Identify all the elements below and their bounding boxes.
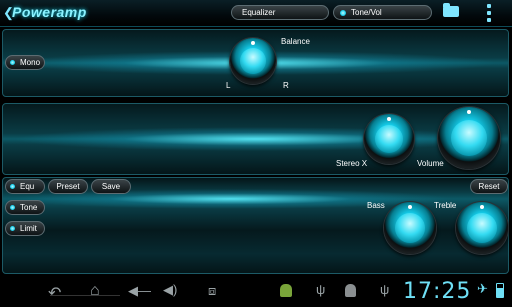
equ-indicator-icon (10, 184, 15, 189)
volume-label: Volume (417, 159, 444, 168)
preset-label: Preset (56, 182, 80, 191)
app-title: Poweramp (12, 4, 87, 20)
tone-label: Tone (20, 203, 38, 212)
equ-toggle[interactable]: Equ (5, 179, 45, 194)
folder-icon[interactable] (443, 3, 459, 17)
bass-label: Bass (367, 201, 385, 210)
equ-label: Equ (20, 182, 35, 191)
battery-icon (496, 283, 504, 298)
tab-equalizer-label: Equalizer (242, 8, 276, 17)
balance-right-label: R (283, 81, 289, 90)
preset-button[interactable]: Preset (48, 179, 88, 194)
limit-indicator-icon (10, 226, 15, 231)
stereo-x-knob[interactable] (364, 114, 414, 164)
mono-toggle[interactable]: Mono (5, 55, 45, 70)
volume-down-icon[interactable]: ◀— (128, 283, 151, 299)
treble-label: Treble (434, 201, 457, 210)
recent-apps-icon[interactable]: ⧈ (208, 283, 216, 299)
usb-storage-icon: ψ (380, 282, 390, 297)
balance-panel: Mono Balance L R (2, 29, 509, 97)
home-icon[interactable]: ⌂ (90, 282, 100, 300)
volume-up-icon[interactable]: ◀) (163, 282, 177, 298)
tone-indicator-icon (10, 205, 15, 210)
balance-knob[interactable] (230, 38, 276, 84)
android-debug-icon (345, 284, 356, 297)
menu-icon[interactable] (486, 2, 492, 24)
balance-label: Balance (281, 37, 310, 46)
airplane-icon: ✈ (477, 281, 488, 296)
tab-tone-vol[interactable]: Tone/Vol (333, 5, 432, 20)
tab-equalizer[interactable]: Equalizer (231, 5, 329, 20)
top-bar: ❮ Poweramp Equalizer Tone/Vol (0, 0, 512, 27)
limit-label: Limit (20, 224, 37, 233)
volume-knob[interactable] (438, 107, 500, 169)
stereo-x-label: Stereo X (336, 159, 368, 168)
nav-divider (50, 295, 120, 296)
tone-panel: Equ Preset Save Reset Tone Limit Bass Tr… (2, 177, 509, 274)
save-label: Save (101, 182, 121, 191)
reset-label: Reset (478, 182, 500, 191)
treble-knob[interactable] (456, 202, 508, 254)
mono-indicator-icon (10, 60, 15, 65)
balance-left-label: L (226, 81, 231, 90)
bass-knob[interactable] (384, 202, 436, 254)
tab-tone-vol-label: Tone/Vol (351, 8, 382, 17)
tone-toggle[interactable]: Tone (5, 200, 45, 215)
save-button[interactable]: Save (91, 179, 131, 194)
tab-active-indicator-icon (340, 9, 346, 16)
usb-icon: ψ (316, 282, 326, 297)
back-nav-icon[interactable]: ↶ (48, 283, 61, 303)
reset-button[interactable]: Reset (470, 179, 508, 194)
clock: 17:25 (403, 279, 472, 304)
limit-toggle[interactable]: Limit (5, 221, 45, 236)
mono-label: Mono (20, 58, 41, 67)
volume-panel: Stereo X Volume (2, 103, 509, 175)
android-icon (280, 284, 292, 297)
